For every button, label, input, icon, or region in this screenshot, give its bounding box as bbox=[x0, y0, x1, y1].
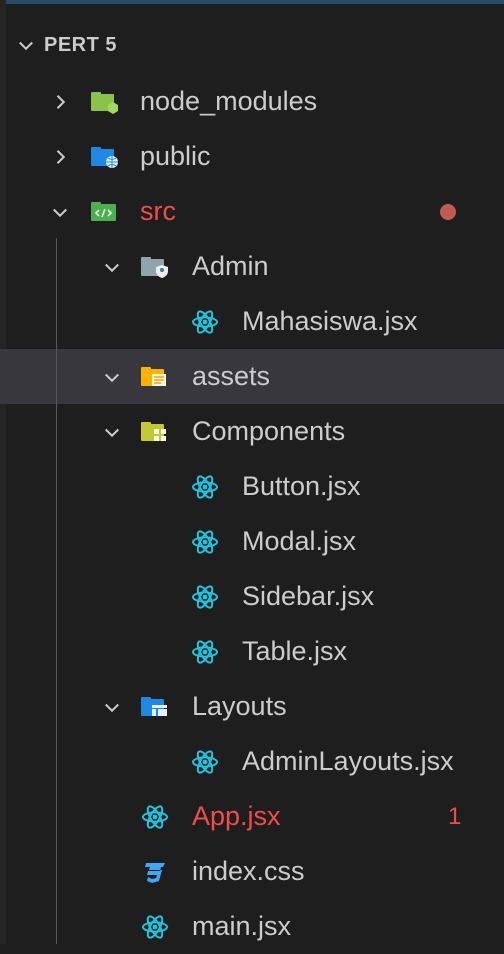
tree-item-label: Table.jsx bbox=[242, 636, 348, 666]
folder-layouts-icon bbox=[140, 694, 170, 720]
tree-item-admin[interactable]: Admin bbox=[0, 239, 504, 294]
section-title: PERT 5 bbox=[44, 33, 118, 56]
react-icon bbox=[140, 914, 170, 940]
folder-node-icon bbox=[90, 89, 120, 115]
chevron-down-icon bbox=[100, 365, 124, 389]
tree-item-button-jsx[interactable]: Button.jsx bbox=[0, 459, 504, 514]
tree-item-label: index.css bbox=[192, 856, 305, 886]
folder-public-icon bbox=[90, 144, 120, 170]
react-icon bbox=[190, 639, 220, 665]
tree-item-assets[interactable]: assets bbox=[0, 349, 504, 404]
tree-item-mahasiswa-jsx[interactable]: Mahasiswa.jsx bbox=[0, 294, 504, 349]
tree-item-label: Sidebar.jsx bbox=[242, 581, 375, 611]
modified-dot bbox=[440, 203, 456, 220]
tree-item-layouts[interactable]: Layouts bbox=[0, 679, 504, 734]
tree-item-components[interactable]: Components bbox=[0, 404, 504, 459]
folder-src-icon bbox=[90, 199, 120, 225]
window-top-border bbox=[0, 0, 504, 4]
tree-item-sidebar-jsx[interactable]: Sidebar.jsx bbox=[0, 569, 504, 624]
tree-item-label: Button.jsx bbox=[242, 471, 361, 501]
react-icon bbox=[140, 804, 170, 830]
chevron-down-icon bbox=[48, 200, 72, 224]
chevron-right-icon bbox=[48, 145, 72, 169]
tree-item-main-jsx[interactable]: main.jsx bbox=[0, 899, 504, 954]
folder-admin-icon bbox=[140, 254, 170, 280]
tree-item-src[interactable]: src bbox=[0, 184, 504, 239]
tree-item-label: Layouts bbox=[192, 691, 287, 721]
css-icon bbox=[140, 859, 170, 885]
tree-item-label: Components bbox=[192, 416, 346, 446]
problem-count-badge: 1 bbox=[448, 802, 462, 830]
tree-item-label: AdminLayouts.jsx bbox=[242, 746, 454, 776]
chevron-down-icon bbox=[100, 255, 124, 279]
tree-item-label: src bbox=[140, 196, 176, 226]
folder-components-icon bbox=[140, 419, 170, 445]
chevron-down-icon bbox=[100, 420, 124, 444]
tree-item-index-css[interactable]: index.css bbox=[0, 844, 504, 899]
react-icon bbox=[190, 474, 220, 500]
tree-item-public[interactable]: public bbox=[0, 129, 504, 184]
explorer-section-header[interactable]: PERT 5 bbox=[0, 16, 504, 74]
tree-item-label: Mahasiswa.jsx bbox=[242, 306, 418, 336]
tree-item-modal-jsx[interactable]: Modal.jsx bbox=[0, 514, 504, 569]
indent-guide bbox=[56, 238, 57, 944]
react-icon bbox=[190, 584, 220, 610]
folder-assets-icon bbox=[140, 364, 170, 390]
tree-item-adminlayouts-jsx[interactable]: AdminLayouts.jsx bbox=[0, 734, 504, 789]
tree-item-app-jsx[interactable]: App.jsx 1 bbox=[0, 789, 504, 844]
tree-item-label: main.jsx bbox=[192, 911, 292, 941]
react-icon bbox=[190, 529, 220, 555]
tree-item-label: assets bbox=[192, 361, 271, 391]
file-explorer-tree: PERT 5 node_modules public src Admin Mah… bbox=[0, 16, 504, 954]
react-icon bbox=[190, 309, 220, 335]
react-icon bbox=[190, 749, 220, 775]
chevron-down-icon bbox=[100, 695, 124, 719]
chevron-down-icon bbox=[14, 33, 38, 57]
tree-item-label: Admin bbox=[192, 251, 269, 281]
chevron-right-icon bbox=[48, 90, 72, 114]
tree-item-label: node_modules bbox=[140, 86, 318, 116]
tree-item-table-jsx[interactable]: Table.jsx bbox=[0, 624, 504, 679]
tree-item-node-modules[interactable]: node_modules bbox=[0, 74, 504, 129]
tree-item-label: public bbox=[140, 141, 211, 171]
tree-item-label: App.jsx bbox=[192, 801, 281, 831]
tree-item-label: Modal.jsx bbox=[242, 526, 357, 556]
